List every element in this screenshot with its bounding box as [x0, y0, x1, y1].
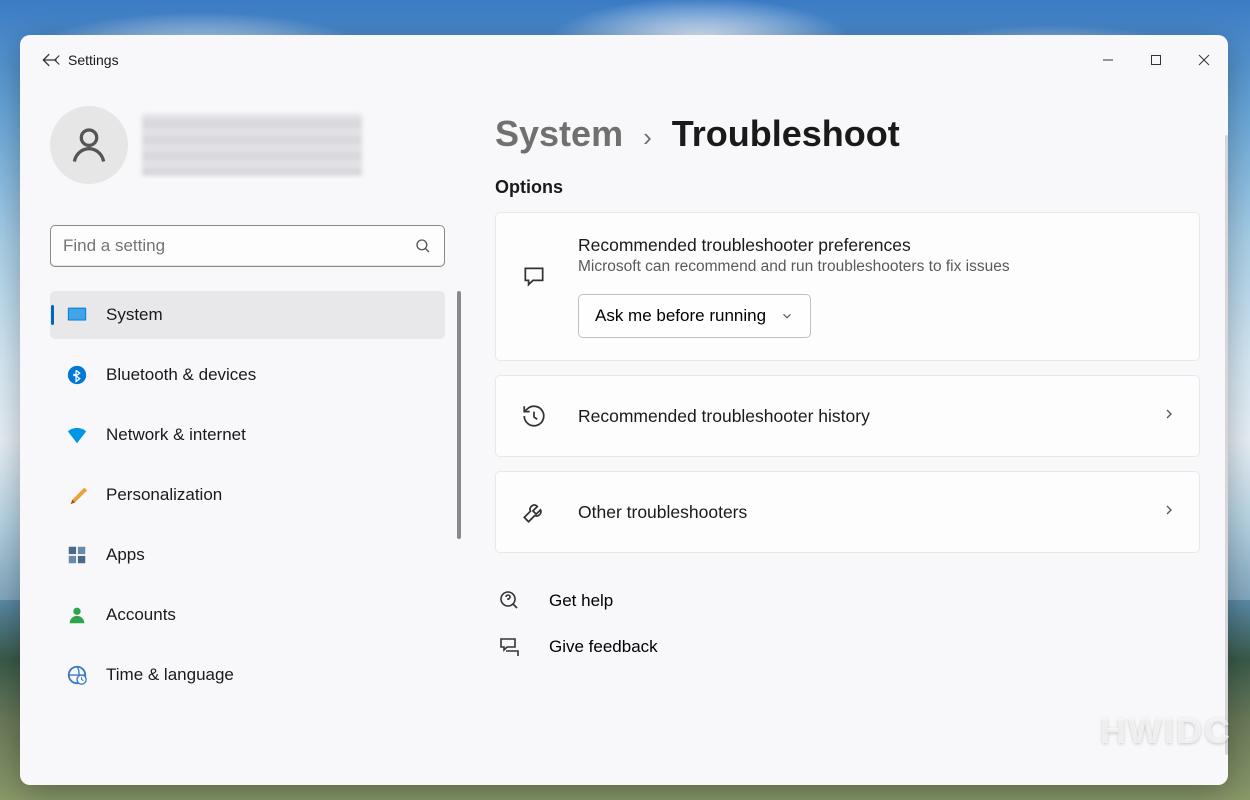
- help-icon: [497, 589, 523, 613]
- breadcrumb-current: Troubleshoot: [672, 113, 900, 155]
- preferences-card: Recommended troubleshooter preferences M…: [495, 212, 1200, 361]
- maximize-button[interactable]: [1132, 41, 1180, 79]
- bluetooth-icon: [66, 364, 88, 386]
- chevron-right-icon: [1161, 502, 1177, 523]
- scrollbar[interactable]: [1225, 135, 1228, 755]
- sidebar-item-apps[interactable]: Apps: [50, 531, 445, 579]
- paintbrush-icon: [66, 484, 88, 506]
- sidebar-nav: System Bluetooth & devices Network & int…: [50, 291, 445, 711]
- settings-window: Settings: [20, 35, 1228, 785]
- window-titlebar: Settings: [20, 35, 1228, 85]
- feedback-icon: [497, 635, 523, 659]
- arrow-left-icon: [40, 50, 60, 70]
- minimize-icon: [1102, 54, 1114, 66]
- search-icon: [414, 237, 432, 255]
- preferences-dropdown[interactable]: Ask me before running: [578, 294, 811, 338]
- history-icon: [518, 403, 550, 429]
- history-card[interactable]: Recommended troubleshooter history: [495, 375, 1200, 457]
- options-heading: Options: [495, 177, 1200, 198]
- close-button[interactable]: [1180, 41, 1228, 79]
- sidebar-item-bluetooth[interactable]: Bluetooth & devices: [50, 351, 445, 399]
- other-troubleshooters-card[interactable]: Other troubleshooters: [495, 471, 1200, 553]
- sidebar-item-label: Time & language: [106, 665, 234, 685]
- profile-name-redacted: [142, 114, 362, 176]
- give-feedback-label: Give feedback: [549, 637, 658, 657]
- get-help-link[interactable]: Get help: [495, 589, 1200, 613]
- sidebar-item-personalization[interactable]: Personalization: [50, 471, 445, 519]
- main-content: System › Troubleshoot Options Recommende…: [465, 85, 1228, 785]
- sidebar: System Bluetooth & devices Network & int…: [20, 85, 465, 785]
- close-icon: [1198, 54, 1210, 66]
- globe-clock-icon: [66, 664, 88, 686]
- user-icon: [67, 123, 111, 167]
- sidebar-item-label: Bluetooth & devices: [106, 365, 256, 385]
- display-icon: [66, 304, 88, 326]
- profile-section[interactable]: [50, 100, 465, 190]
- search-input[interactable]: [63, 236, 414, 256]
- sidebar-item-label: Network & internet: [106, 425, 246, 445]
- avatar: [50, 106, 128, 184]
- footer-links: Get help Give feedback: [495, 589, 1200, 659]
- dropdown-value: Ask me before running: [595, 306, 766, 326]
- chevron-right-icon: [1161, 406, 1177, 427]
- wrench-icon: [518, 499, 550, 525]
- watermark-text: HWIDC: [1100, 710, 1232, 752]
- breadcrumb: System › Troubleshoot: [495, 113, 1200, 155]
- other-troubleshooters-title: Other troubleshooters: [578, 502, 1161, 523]
- app-title: Settings: [68, 52, 119, 68]
- sidebar-item-label: Accounts: [106, 605, 176, 625]
- get-help-label: Get help: [549, 591, 613, 611]
- chat-icon: [518, 263, 550, 289]
- history-title: Recommended troubleshooter history: [578, 406, 1161, 427]
- preferences-subtitle: Microsoft can recommend and run troubles…: [578, 258, 1177, 276]
- maximize-icon: [1150, 54, 1162, 66]
- sidebar-item-time-language[interactable]: Time & language: [50, 651, 445, 699]
- sidebar-item-label: Personalization: [106, 485, 222, 505]
- sidebar-item-accounts[interactable]: Accounts: [50, 591, 445, 639]
- person-icon: [66, 604, 88, 626]
- preferences-title: Recommended troubleshooter preferences: [578, 235, 1177, 256]
- chevron-right-icon: ›: [643, 122, 652, 153]
- search-box[interactable]: [50, 225, 445, 267]
- minimize-button[interactable]: [1084, 41, 1132, 79]
- give-feedback-link[interactable]: Give feedback: [495, 635, 1200, 659]
- sidebar-item-label: Apps: [106, 545, 145, 565]
- wifi-icon: [66, 424, 88, 446]
- chevron-down-icon: [780, 309, 794, 323]
- sidebar-item-label: System: [106, 305, 163, 325]
- apps-icon: [66, 544, 88, 566]
- breadcrumb-parent[interactable]: System: [495, 113, 623, 155]
- sidebar-item-network[interactable]: Network & internet: [50, 411, 445, 459]
- sidebar-item-system[interactable]: System: [50, 291, 445, 339]
